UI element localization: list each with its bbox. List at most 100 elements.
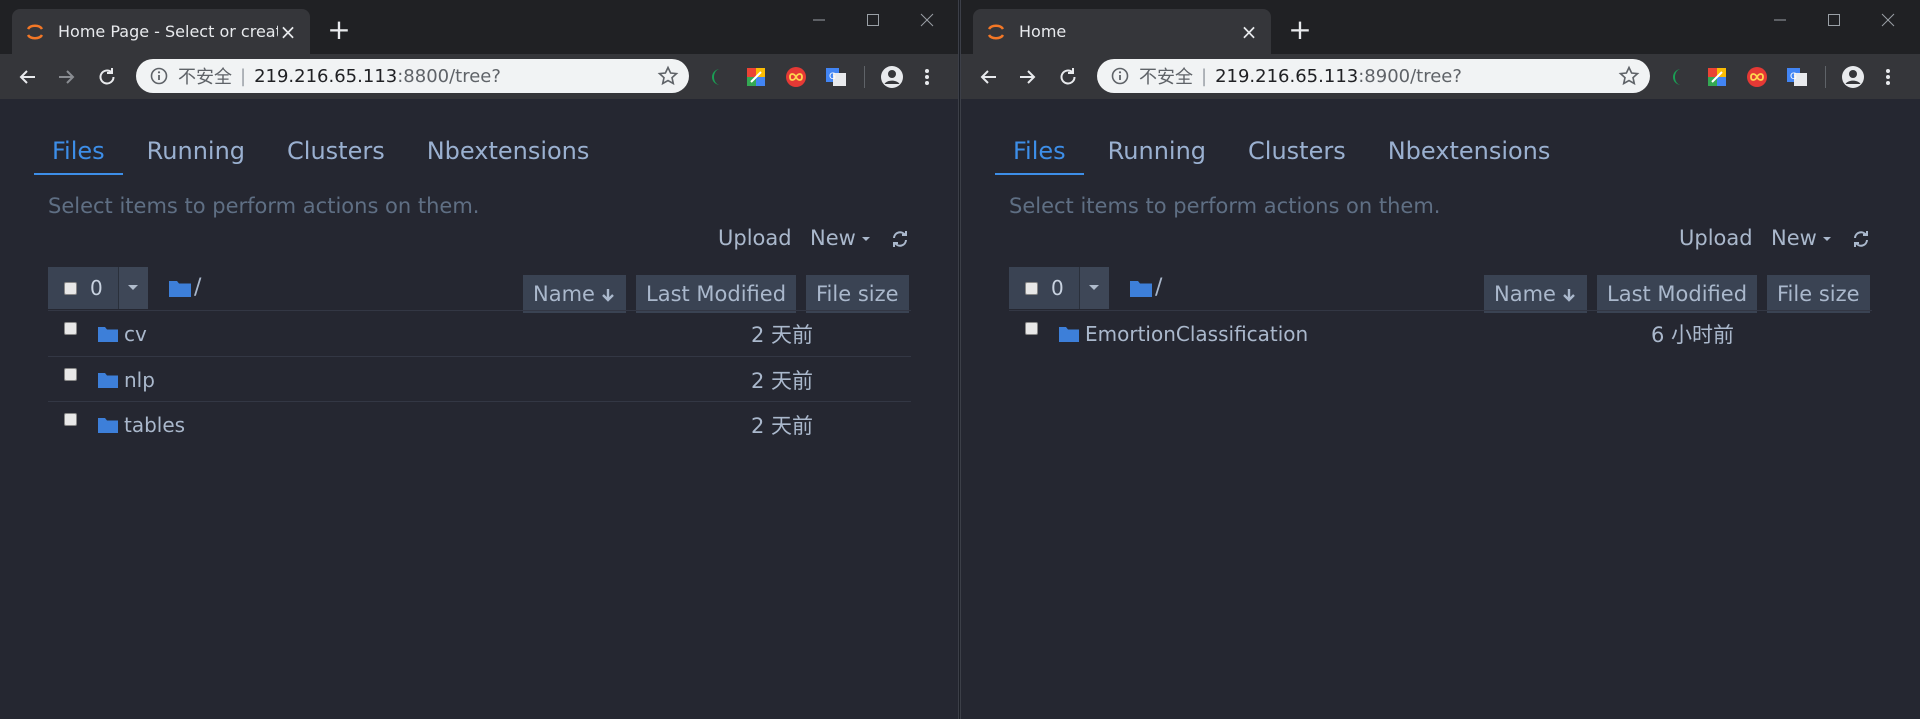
star-icon[interactable] bbox=[657, 65, 679, 87]
select-all-control[interactable]: 0 bbox=[1009, 267, 1109, 309]
tab-strip: Home × + bbox=[961, 0, 1920, 54]
profile-icon[interactable] bbox=[880, 65, 904, 89]
extension-infinity-icon[interactable] bbox=[1746, 66, 1768, 88]
minimize-icon[interactable] bbox=[1757, 6, 1803, 34]
star-icon[interactable] bbox=[1618, 65, 1640, 87]
upload-button[interactable]: Upload bbox=[718, 226, 792, 250]
file-name[interactable]: cv bbox=[124, 322, 147, 346]
sort-name-label: Name bbox=[1494, 282, 1556, 306]
plus-icon[interactable]: + bbox=[326, 16, 352, 44]
info-icon[interactable] bbox=[150, 67, 168, 85]
sort-size-button[interactable]: File size bbox=[806, 275, 909, 313]
toolbar-divider bbox=[1825, 66, 1826, 88]
row-checkbox[interactable] bbox=[64, 413, 77, 426]
extension-colorful-icon[interactable] bbox=[745, 66, 767, 88]
breadcrumb[interactable]: / bbox=[168, 275, 201, 300]
breadcrumb[interactable]: / bbox=[1129, 275, 1162, 300]
back-icon[interactable] bbox=[973, 62, 1003, 92]
sort-name-button[interactable]: Name bbox=[1484, 275, 1587, 313]
sort-modified-button[interactable]: Last Modified bbox=[636, 275, 797, 313]
address-bar[interactable]: 不安全 | 219.216.65.113:8900/tree? bbox=[1097, 59, 1650, 93]
select-all-checkbox[interactable] bbox=[64, 282, 77, 295]
browser-tab[interactable]: Home × bbox=[973, 9, 1271, 54]
sort-name-label: Name bbox=[533, 282, 595, 306]
select-dropdown[interactable] bbox=[118, 267, 148, 309]
reload-icon[interactable] bbox=[92, 62, 122, 92]
close-window-icon[interactable] bbox=[904, 6, 950, 34]
tab-clusters[interactable]: Clusters bbox=[287, 137, 385, 175]
sort-size-button[interactable]: File size bbox=[1767, 275, 1870, 313]
extension-translate-icon[interactable]: G bbox=[1786, 66, 1808, 88]
back-icon[interactable] bbox=[12, 62, 42, 92]
file-modified: 6 小时前 bbox=[1651, 323, 1735, 347]
jupyter-icon bbox=[26, 24, 44, 39]
extension-translate-icon[interactable]: G bbox=[825, 66, 847, 88]
select-dropdown[interactable] bbox=[1079, 267, 1109, 309]
file-name[interactable]: tables bbox=[124, 413, 185, 437]
row-checkbox[interactable] bbox=[64, 368, 77, 381]
info-icon[interactable] bbox=[1111, 67, 1129, 85]
url-separator: | bbox=[240, 65, 247, 87]
browser-tab[interactable]: Home Page - Select or create a × bbox=[12, 9, 310, 54]
select-all-checkbox[interactable] bbox=[1025, 282, 1038, 295]
maximize-icon[interactable] bbox=[850, 6, 896, 34]
forward-icon[interactable] bbox=[1013, 62, 1043, 92]
list-item[interactable]: nlp 2 天前 bbox=[48, 358, 911, 402]
select-all-control[interactable]: 0 bbox=[48, 267, 148, 309]
folder-icon bbox=[1130, 280, 1152, 297]
row-checkbox[interactable] bbox=[64, 322, 77, 335]
tab-running[interactable]: Running bbox=[147, 137, 245, 175]
tab-strip: Home Page - Select or create a × + bbox=[0, 0, 958, 54]
breadcrumb-path: / bbox=[1155, 275, 1163, 300]
extension-leaf-icon[interactable] bbox=[1667, 66, 1689, 88]
tab-files[interactable]: Files bbox=[34, 137, 123, 175]
address-bar[interactable]: 不安全 | 219.216.65.113:8800/tree? bbox=[136, 59, 689, 93]
tab-files[interactable]: Files bbox=[995, 137, 1084, 175]
row-divider bbox=[48, 310, 911, 311]
close-icon[interactable]: × bbox=[1239, 20, 1259, 44]
reload-icon[interactable] bbox=[1053, 62, 1083, 92]
refresh-icon[interactable] bbox=[1852, 230, 1870, 248]
browser-toolbar: 不安全 | 219.216.65.113:8800/tree? G bbox=[0, 54, 958, 99]
close-icon[interactable]: × bbox=[278, 20, 298, 44]
file-name[interactable]: EmortionClassification bbox=[1085, 322, 1308, 346]
list-item[interactable]: EmortionClassification 6 小时前 bbox=[1009, 312, 1872, 356]
list-item[interactable]: cv 2 天前 bbox=[48, 312, 911, 356]
minimize-icon[interactable] bbox=[796, 6, 842, 34]
tab-nbextensions[interactable]: Nbextensions bbox=[427, 137, 590, 175]
tab-running[interactable]: Running bbox=[1108, 137, 1206, 175]
tab-nbextensions[interactable]: Nbextensions bbox=[1388, 137, 1551, 175]
folder-icon bbox=[98, 418, 118, 433]
url-path: :8800/tree? bbox=[397, 65, 501, 87]
refresh-icon[interactable] bbox=[891, 230, 909, 248]
arrow-down-icon bbox=[1563, 289, 1575, 302]
row-checkbox[interactable] bbox=[1025, 322, 1038, 335]
extension-infinity-icon[interactable] bbox=[785, 66, 807, 88]
forward-icon[interactable] bbox=[52, 62, 82, 92]
tab-clusters[interactable]: Clusters bbox=[1248, 137, 1346, 175]
caret-down-icon bbox=[1822, 237, 1831, 241]
extension-leaf-icon[interactable] bbox=[706, 66, 728, 88]
menu-icon[interactable] bbox=[922, 66, 932, 88]
upload-button[interactable]: Upload bbox=[1679, 226, 1753, 250]
menu-icon[interactable] bbox=[1883, 66, 1893, 88]
close-window-icon[interactable] bbox=[1865, 6, 1911, 34]
file-modified: 2 天前 bbox=[751, 369, 814, 393]
folder-icon bbox=[98, 373, 118, 388]
folder-icon bbox=[169, 280, 191, 297]
list-item[interactable]: tables 2 天前 bbox=[48, 403, 911, 447]
new-button[interactable]: New bbox=[810, 226, 870, 250]
profile-icon[interactable] bbox=[1841, 65, 1865, 89]
jupyter-page: Files Running Clusters Nbextensions Sele… bbox=[961, 99, 1920, 719]
toolbar-divider bbox=[864, 66, 865, 88]
sort-name-button[interactable]: Name bbox=[523, 275, 626, 313]
sort-modified-button[interactable]: Last Modified bbox=[1597, 275, 1758, 313]
new-button[interactable]: New bbox=[1771, 226, 1831, 250]
extension-colorful-icon[interactable] bbox=[1706, 66, 1728, 88]
plus-icon[interactable]: + bbox=[1287, 16, 1313, 44]
selection-hint: Select items to perform actions on them. bbox=[1009, 194, 1441, 218]
tab-title: Home bbox=[1019, 22, 1067, 41]
maximize-icon[interactable] bbox=[1811, 6, 1857, 34]
file-name[interactable]: nlp bbox=[124, 368, 155, 392]
insecure-label: 不安全 bbox=[178, 67, 232, 88]
